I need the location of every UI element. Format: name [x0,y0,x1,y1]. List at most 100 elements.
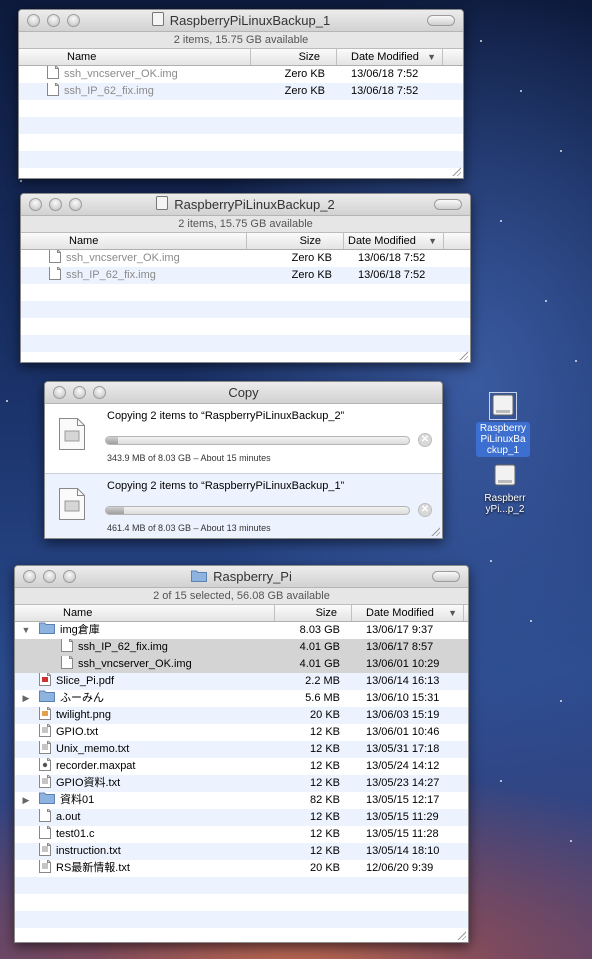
copy-item-list: Copying 2 items to “RaspberryPiLinuxBack… [45,404,442,538]
minimize-button[interactable] [43,570,56,583]
minimize-button[interactable] [47,14,60,27]
finder-window-backup-1[interactable]: RaspberryPiLinuxBackup_1 2 items, 15.75 … [18,9,464,179]
window-titlebar[interactable]: RaspberryPiLinuxBackup_2 [21,194,470,216]
file-name: GPIO.txt [56,726,99,738]
empty-row [19,151,463,168]
file-row[interactable]: ▶ ふーみん 5.6 MB 13/06/10 15:31 [15,690,468,707]
stop-copy-button[interactable]: ✕ [418,503,432,517]
file-size: Zero KB [284,85,325,97]
desktop-drive-icon[interactable]: Raspberry PiLinuxBa ckup_1 [476,392,530,457]
toolbar-toggle-button[interactable] [427,15,455,26]
document-icon [49,250,61,267]
finder-window-backup-2[interactable]: RaspberryPiLinuxBackup_2 2 items, 15.75 … [20,193,471,363]
file-row[interactable]: Slice_Pi.pdf 2.2 MB 13/06/14 16:13 [15,673,468,690]
file-size: 12 KB [310,777,340,789]
file-size: 2.2 MB [305,675,340,687]
file-row[interactable]: a.out 12 KB 13/05/15 11:29 [15,809,468,826]
empty-row [19,134,463,151]
zoom-button[interactable] [63,570,76,583]
column-size[interactable]: Size [251,49,337,65]
file-date: 13/06/03 15:19 [366,709,440,721]
file-row[interactable]: ssh_IP_62_fix.img Zero KB 13/06/18 7:52 [19,83,463,100]
minimize-button[interactable] [73,386,86,399]
file-row[interactable]: GPIO資料.txt 12 KB 13/05/23 14:27 [15,775,468,792]
window-titlebar[interactable]: Copy [45,382,442,404]
copy-progress-window[interactable]: Copy Copying 2 items to “RaspberryPiLinu… [44,381,443,539]
close-button[interactable] [27,14,40,27]
zoom-button[interactable] [67,14,80,27]
document-icon [39,860,51,877]
zoom-button[interactable] [93,386,106,399]
stop-copy-button[interactable]: ✕ [418,433,432,447]
file-row[interactable]: twilight.png 20 KB 13/06/03 15:19 [15,707,468,724]
file-row[interactable]: RS最新情報.txt 20 KB 12/06/20 9:39 [15,860,468,877]
file-name: ssh_vncserver_OK.img [78,658,192,670]
column-date[interactable]: Date Modified ▼ [344,233,444,249]
file-name: ssh_vncserver_OK.img [66,252,180,264]
file-size: Zero KB [291,252,332,264]
file-date: 13/06/18 7:52 [358,252,426,264]
document-icon [39,826,51,843]
file-size: 8.03 GB [299,624,340,636]
file-row[interactable]: ▶ 資料01 82 KB 13/05/15 12:17 [15,792,468,809]
close-button[interactable] [23,570,36,583]
file-date: 13/06/10 15:31 [366,692,440,704]
file-row[interactable]: ssh_IP_62_fix.img 4.01 GB 13/06/17 8:57 [15,639,468,656]
file-row[interactable]: ssh_IP_62_fix.img Zero KB 13/06/18 7:52 [21,267,470,284]
file-name: test01.c [56,828,95,840]
toolbar-toggle-button[interactable] [434,199,462,210]
column-size[interactable]: Size [275,605,352,621]
removable-drive-icon [489,392,517,420]
disclosure-closed-icon[interactable]: ▶ [19,792,33,809]
column-name[interactable]: Name [19,49,251,65]
progress-fill [106,507,125,514]
desktop-drive-icon[interactable]: Raspberr yPi...p_2 [478,463,532,516]
column-date[interactable]: Date Modified ▼ [337,49,443,65]
file-row[interactable]: GPIO.txt 12 KB 13/06/01 10:46 [15,724,468,741]
file-row[interactable]: instruction.txt 12 KB 13/05/14 18:10 [15,843,468,860]
document-icon [47,66,59,83]
empty-row [15,911,468,928]
document-icon [39,724,51,741]
disclosure-closed-icon[interactable]: ▶ [19,690,33,707]
document-icon [61,639,73,656]
zoom-button[interactable] [69,198,82,211]
copy-item: Copying 2 items to “RaspberryPiLinuxBack… [45,473,442,538]
finder-window-raspberry-pi[interactable]: Raspberry_Pi 2 of 15 selected, 56.08 GB … [14,565,469,943]
column-name[interactable]: Name [15,605,275,621]
file-date: 13/05/14 18:10 [366,845,440,857]
document-icon [39,707,51,724]
folder-icon [39,690,55,707]
window-titlebar[interactable]: RaspberryPiLinuxBackup_1 [19,10,463,32]
file-size: 4.01 GB [299,641,340,653]
file-row[interactable]: recorder.maxpat 12 KB 13/05/24 14:12 [15,758,468,775]
empty-row [15,894,468,911]
file-date: 13/05/24 14:12 [366,760,440,772]
toolbar-toggle-button[interactable] [432,571,460,582]
file-row[interactable]: ssh_vncserver_OK.img 4.01 GB 13/06/01 10:2… [15,656,468,673]
column-date[interactable]: Date Modified ▼ [352,605,464,621]
file-row[interactable]: ssh_vncserver_OK.img Zero KB 13/06/18 7:52 [21,250,470,267]
removable-drive-icon [494,464,516,486]
window-titlebar[interactable]: Raspberry_Pi [15,566,468,588]
column-name[interactable]: Name [21,233,247,249]
desktop-icon-label: Raspberry PiLinuxBa ckup_1 [476,422,530,457]
file-name: instruction.txt [56,845,121,857]
document-icon [61,656,73,673]
file-row[interactable]: Unix_memo.txt 12 KB 13/05/31 17:18 [15,741,468,758]
file-size: 4.01 GB [299,658,340,670]
close-button[interactable] [29,198,42,211]
file-row[interactable]: test01.c 12 KB 13/05/15 11:28 [15,826,468,843]
close-button[interactable] [53,386,66,399]
file-row[interactable]: ssh_vncserver_OK.img Zero KB 13/06/18 7:52 [19,66,463,83]
file-size: 12 KB [310,760,340,772]
file-list: ▼ img倉庫 8.03 GB 13/06/17 9:37 ssh_IP_62_fix.… [15,622,468,942]
file-size: 12 KB [310,726,340,738]
file-size: 20 KB [310,862,340,874]
file-row[interactable]: ▼ img倉庫 8.03 GB 13/06/17 9:37 [15,622,468,639]
file-date: 12/06/20 9:39 [366,862,434,874]
minimize-button[interactable] [49,198,62,211]
column-size[interactable]: Size [247,233,344,249]
disclosure-open-icon[interactable]: ▼ [19,622,33,639]
file-list: ssh_vncserver_OK.img Zero KB 13/06/18 7:52… [21,250,470,362]
